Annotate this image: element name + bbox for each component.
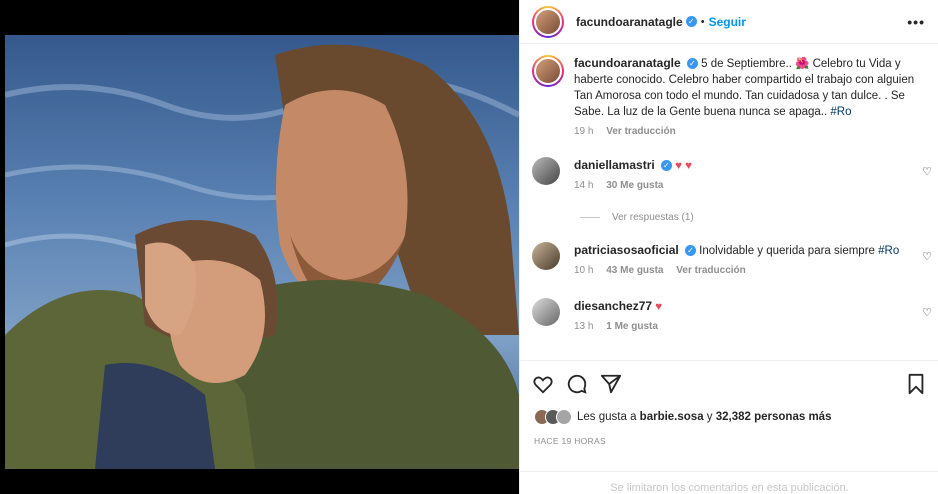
action-icons: [532, 373, 622, 395]
comment-username[interactable]: patriciasosaoficial: [574, 243, 679, 257]
comment-text: ♥ ♥: [675, 160, 692, 172]
comment-avatar[interactable]: [532, 298, 560, 326]
heart-icon[interactable]: [532, 373, 554, 395]
likes-middle: y: [706, 411, 713, 423]
like-icon[interactable]: ♡: [922, 165, 932, 178]
comment-meta: 13 h 1 Me gusta: [574, 319, 904, 335]
likes-user[interactable]: barbie.sosa: [640, 411, 704, 423]
comment-icon[interactable]: [566, 373, 588, 395]
translate-link[interactable]: Ver traducción: [606, 126, 675, 137]
comment-item: diesanchez77 ♥ 13 h 1 Me gusta ♡: [532, 298, 932, 335]
comment-avatar[interactable]: [532, 157, 560, 185]
comment-avatar[interactable]: [532, 242, 560, 270]
post-photo[interactable]: [5, 35, 519, 469]
liker-avatar[interactable]: [556, 409, 572, 425]
comment-item: patriciasosaoficial ✓ Inolvidable y quer…: [532, 242, 932, 279]
post-actions: Les gusta a barbie.sosa y 32,382 persona…: [520, 360, 938, 494]
caption-username[interactable]: facundoaranatagle: [574, 56, 681, 70]
avatar-image: [534, 57, 562, 85]
bookmark-icon[interactable]: [905, 373, 927, 395]
author-avatar[interactable]: [532, 5, 564, 38]
replies-line: [580, 217, 600, 218]
comment-meta: 14 h 30 Me gusta: [574, 178, 904, 194]
likes-prefix: Les gusta a: [577, 411, 637, 423]
comment-item: daniellamastri ✓ ♥ ♥ 14 h 30 Me gusta ♡: [532, 157, 932, 194]
photo-illustration: [5, 35, 519, 469]
avatar-image: [534, 7, 562, 36]
comment-hashtag[interactable]: #Ro: [878, 245, 899, 257]
caption-body: facundoaranatagle ✓ 5 de Septiembre.. 🌺 …: [574, 55, 924, 140]
caption-hashtag[interactable]: #Ro: [830, 106, 851, 118]
likes-summary: Les gusta a barbie.sosa y 32,382 persona…: [534, 409, 831, 425]
comment-username[interactable]: diesanchez77: [574, 299, 652, 313]
verified-icon: ✓: [686, 58, 698, 70]
comments-list[interactable]: facundoaranatagle ✓ 5 de Septiembre.. 🌺 …: [520, 45, 938, 360]
comment-body: diesanchez77 ♥ 13 h 1 Me gusta: [574, 298, 904, 335]
caption-meta: 19 h Ver traducción: [574, 124, 924, 140]
verified-icon: ✓: [685, 16, 697, 27]
media-panel: [0, 0, 519, 494]
comment-likes[interactable]: 30 Me gusta: [606, 180, 663, 191]
post-time[interactable]: HACE 19 HORAS: [534, 436, 606, 446]
comment-text: ♥: [655, 301, 663, 313]
comment-text: Inolvidable y querida para siempre: [699, 245, 875, 257]
comment-likes[interactable]: 1 Me gusta: [606, 321, 658, 332]
comment-meta: 10 h 43 Me gusta Ver traducción: [574, 263, 904, 279]
caption-avatar[interactable]: [532, 55, 564, 87]
post-caption: facundoaranatagle ✓ 5 de Septiembre.. 🌺 …: [532, 55, 932, 140]
comments-disabled-notice: Se limitaron los comentarios en esta pub…: [520, 471, 938, 494]
comment-time: 10 h: [574, 265, 594, 276]
comment-body: patriciasosaoficial ✓ Inolvidable y quer…: [574, 242, 904, 279]
instagram-post-modal: facundoaranatagle ✓ • Seguir ••• facundo…: [0, 0, 938, 494]
comment-time: 14 h: [574, 180, 594, 191]
caption-time: 19 h: [574, 126, 594, 137]
post-sidebar: facundoaranatagle ✓ • Seguir ••• facundo…: [519, 0, 938, 494]
more-options-icon[interactable]: •••: [907, 14, 925, 30]
likes-count[interactable]: 32,382 personas más: [716, 411, 832, 423]
comment-time: 13 h: [574, 321, 594, 332]
like-icon[interactable]: ♡: [922, 250, 932, 263]
separator-dot: •: [700, 15, 705, 28]
comment-username[interactable]: daniellamastri: [574, 158, 655, 172]
author-username[interactable]: facundoaranatagle: [576, 15, 683, 29]
comment-likes[interactable]: 43 Me gusta: [606, 265, 663, 276]
translate-link[interactable]: Ver traducción: [676, 265, 745, 276]
view-replies[interactable]: Ver respuestas (1): [580, 212, 694, 223]
verified-icon: ✓: [684, 245, 696, 257]
view-replies-label[interactable]: Ver respuestas (1): [612, 212, 694, 223]
follow-button[interactable]: Seguir: [709, 15, 746, 29]
comment-body: daniellamastri ✓ ♥ ♥ 14 h 30 Me gusta: [574, 157, 904, 194]
share-icon[interactable]: [600, 373, 622, 395]
like-icon[interactable]: ♡: [922, 306, 932, 319]
verified-icon: ✓: [660, 160, 672, 172]
post-header: facundoaranatagle ✓ • Seguir •••: [520, 0, 938, 44]
